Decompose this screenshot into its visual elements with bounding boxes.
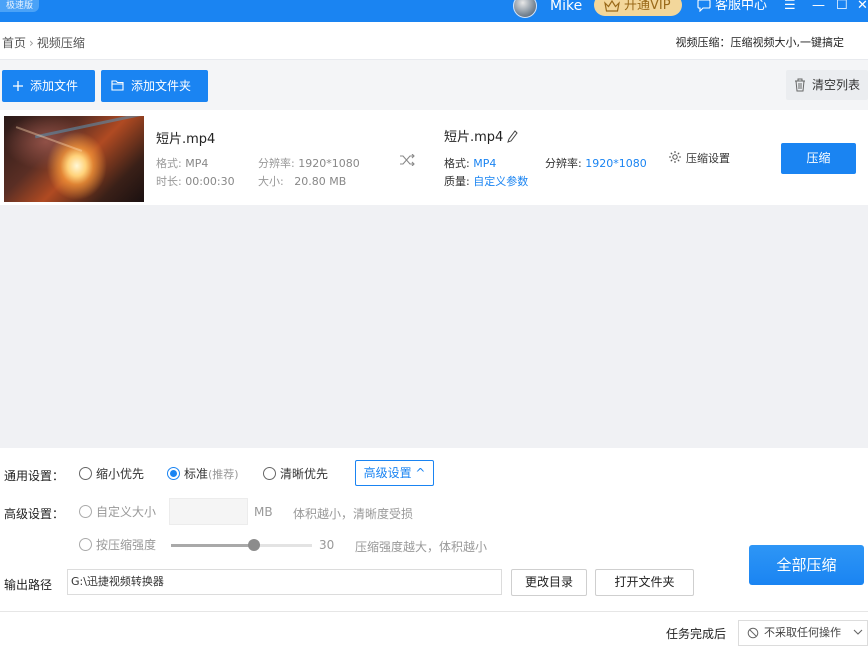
file-row: 短片.mp4 格式: MP4 时长: 00:00:30 分辨率: 1920*10… [0,110,868,205]
custom-size-input[interactable] [169,498,248,525]
output-path-label: 输出路径 [4,578,53,592]
customer-service-link[interactable]: 客服中心 [697,0,767,16]
breadcrumb-current: 视频压缩 [36,36,85,50]
plus-icon [13,81,23,91]
avatar[interactable] [513,0,537,18]
strength-hint: 压缩强度越大，体积越小 [355,540,488,554]
source-resolution: 分辨率: 1920*1080 [258,157,360,170]
advanced-settings-toggle[interactable]: 高级设置 ^ [355,460,434,486]
breadcrumb-home[interactable]: 首页 [2,36,26,50]
edit-icon[interactable] [507,130,518,143]
chevron-down-icon [853,629,863,635]
breadcrumb-separator: › [29,36,34,50]
maximize-button[interactable]: ☐ [836,0,848,12]
add-folder-label: 添加文件夹 [131,79,192,93]
crown-icon [604,0,620,12]
output-path-field[interactable]: G:\迅捷视频转换器 [67,569,502,595]
compress-button[interactable]: 压缩 [781,143,856,174]
radio-custom-size[interactable]: 自定义大小 [79,505,156,519]
output-quality: 质量: 自定义参数 [444,175,529,188]
open-folder-button[interactable]: 打开文件夹 [595,569,694,596]
toolbar: 添加文件 添加文件夹 清空列表 [0,60,868,110]
user-name[interactable]: Mike [550,0,582,16]
clear-list-button[interactable]: 清空列表 [786,70,868,100]
source-file-name: 短片.mp4 [156,132,216,147]
menu-button[interactable]: ☰ [784,0,796,12]
compress-all-button[interactable]: 全部压缩 [749,545,864,585]
output-format: 格式: MP4 [444,157,497,170]
source-format: 格式: MP4 [156,157,209,170]
ban-icon [747,627,759,639]
change-directory-button[interactable]: 更改目录 [511,569,587,596]
chat-icon [697,0,711,12]
after-task-label: 任务完成后 [666,627,727,641]
service-label: 客服中心 [715,0,768,13]
divider [0,611,868,612]
page-tagline: 视频压缩：压缩视频大小,一键搞定 [675,36,845,49]
trash-icon [795,78,805,92]
vip-button[interactable]: 开通VIP [594,0,682,16]
output-resolution: 分辨率: 1920*1080 [545,157,647,170]
gear-icon [669,151,681,163]
convert-arrow-icon [400,154,415,166]
edition-badge: 极速版 [0,0,40,12]
file-list: 短片.mp4 格式: MP4 时长: 00:00:30 分辨率: 1920*10… [0,110,868,448]
title-bar: 极速版 Mike 开通VIP 客服中心 ☰ — ☐ ✕ [0,0,868,22]
radio-standard[interactable]: 标准(推荐) [167,467,239,482]
add-file-label: 添加文件 [30,79,79,93]
video-thumbnail[interactable] [4,116,144,202]
strength-slider-fill [171,544,254,547]
close-button[interactable]: ✕ [857,0,868,12]
radio-strength[interactable]: 按压缩强度 [79,538,156,552]
source-size: 大小: 20.80 MB [258,175,347,188]
size-hint: 体积越小，清晰度受损 [293,507,414,521]
clear-list-label: 清空列表 [812,78,861,92]
vip-label: 开通VIP [624,0,671,13]
strength-value: 30 [319,538,335,552]
folder-icon [111,80,124,91]
radio-clarity[interactable]: 清晰优先 [263,467,328,481]
minimize-button[interactable]: — [812,0,825,12]
add-folder-button[interactable]: 添加文件夹 [101,70,208,102]
compress-settings-link[interactable]: 压缩设置 [668,150,730,166]
size-unit: MB [254,505,273,519]
output-file-name[interactable]: 短片.mp4 [444,126,518,145]
strength-slider-handle[interactable] [248,539,260,551]
breadcrumb: 首页 › 视频压缩 [2,34,85,51]
after-task-select[interactable]: 不采取任何操作 [738,620,868,646]
source-duration: 时长: 00:00:30 [156,175,235,188]
add-file-button[interactable]: 添加文件 [2,70,95,102]
general-settings-label: 通用设置： [4,469,65,483]
breadcrumb-bar: 首页 › 视频压缩 视频压缩：压缩视频大小,一键搞定 [0,22,868,60]
radio-smallest[interactable]: 缩小优先 [79,467,144,481]
advanced-settings-label: 高级设置： [4,507,65,521]
